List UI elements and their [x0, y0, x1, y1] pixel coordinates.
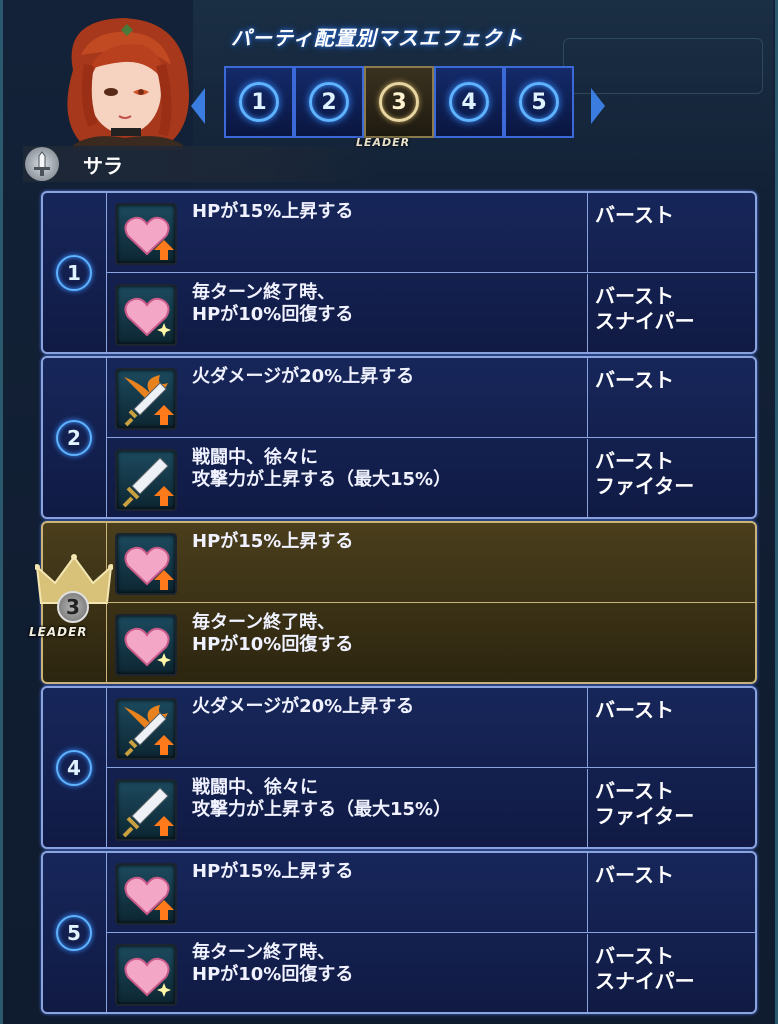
tab-1[interactable]: 1: [224, 66, 294, 138]
tab-number: 4: [449, 82, 489, 122]
effect-group-2: 2 火ダメージが20%上昇する バースト 戦闘中、徐々に 攻撃力が上昇する（最大…: [41, 356, 757, 519]
effect-row: HPが15%上昇する バースト: [107, 853, 755, 933]
heart-up-icon: [115, 863, 177, 925]
effect-type-cell: バースト: [587, 193, 755, 273]
effect-type-cell: バースト スナイパー: [587, 274, 755, 354]
leader-label: LEADER: [29, 625, 88, 639]
effect-group-3-leader: 3 LEADER HPが15%上昇する 毎ターン終了時、 HPが10%回復する: [29, 521, 757, 684]
effect-description: 戦闘中、徐々に 攻撃力が上昇する（最大15%）: [192, 447, 452, 490]
effect-description: HPが15%上昇する: [192, 201, 354, 222]
group-number-cell: 5: [43, 853, 107, 1012]
effect-type-cell: [587, 523, 755, 603]
effect-type-cell: バースト ファイター: [587, 769, 755, 849]
tab-2[interactable]: 2: [294, 66, 364, 138]
effect-type: バースト: [595, 698, 674, 722]
effect-description: 毎ターン終了時、 HPが10%回復する: [192, 942, 354, 985]
heart-heal-icon: [115, 944, 177, 1006]
effect-group-5: 5 HPが15%上昇する バースト 毎ターン終了時、 HPが10%回復する バー…: [41, 851, 757, 1014]
effect-type: バースト スナイパー: [595, 944, 695, 993]
sword-icon: [25, 147, 59, 181]
effect-type: バースト: [595, 203, 674, 227]
effect-description: 火ダメージが20%上昇する: [192, 696, 415, 717]
heart-heal-icon: [115, 284, 177, 346]
effect-type-cell: バースト: [587, 853, 755, 933]
effect-type: バースト: [595, 863, 674, 887]
sword-up-icon: [115, 449, 177, 511]
group-number-cell: 3 LEADER: [29, 523, 114, 682]
tab-number: 3: [379, 82, 419, 122]
group-number: 4: [56, 750, 92, 786]
heart-up-icon: [115, 533, 177, 595]
position-tabs: 1 2 3 4 5 LEADER: [191, 62, 611, 149]
character-name-bar: サラ: [23, 146, 383, 182]
group-number: 5: [56, 915, 92, 951]
effect-description: 毎ターン終了時、 HPが10%回復する: [192, 282, 354, 325]
tab-number: 1: [239, 82, 279, 122]
effect-type-cell: バースト: [587, 688, 755, 768]
tab-number: 2: [309, 82, 349, 122]
fire-sword-icon: [115, 698, 177, 760]
fire-sword-icon: [115, 368, 177, 430]
effect-type: バースト スナイパー: [595, 284, 695, 333]
group-number-cell: 4: [43, 688, 107, 847]
effect-description: HPが15%上昇する: [192, 531, 354, 552]
effect-description: 戦闘中、徐々に 攻撃力が上昇する（最大15%）: [192, 777, 452, 820]
chevron-left-icon[interactable]: [191, 88, 205, 124]
effect-group-1: 1 HPが15%上昇する バースト 毎ターン終了時、 HPが10%回復する バー…: [41, 191, 757, 354]
tab-3[interactable]: 3: [364, 66, 434, 138]
effect-type-cell: バースト ファイター: [587, 439, 755, 519]
effect-row: 毎ターン終了時、 HPが10%回復する: [107, 604, 755, 684]
effect-type: バースト ファイター: [595, 449, 695, 498]
effect-description: 毎ターン終了時、 HPが10%回復する: [192, 612, 354, 655]
heart-up-icon: [115, 203, 177, 265]
effect-group-4: 4 火ダメージが20%上昇する バースト 戦闘中、徐々に 攻撃力が上昇する（最大…: [41, 686, 757, 849]
effect-row: HPが15%上昇する: [107, 523, 755, 603]
effect-row: 毎ターン終了時、 HPが10%回復する バースト スナイパー: [107, 274, 755, 354]
tab-number: 5: [519, 82, 559, 122]
group-number: 1: [56, 255, 92, 291]
character-name: サラ: [83, 153, 123, 178]
effect-description: HPが15%上昇する: [192, 861, 354, 882]
group-number: 2: [56, 420, 92, 456]
heart-heal-icon: [115, 614, 177, 676]
crown-icon: 3 LEADER: [29, 553, 114, 653]
group-number-cell: 2: [43, 358, 107, 517]
effect-row: 火ダメージが20%上昇する バースト: [107, 688, 755, 768]
tab-4[interactable]: 4: [434, 66, 504, 138]
mass-effect-panel: パーティ配置別マスエフェクト 1 2 3 4 5 LEADER サラ 1 HPが…: [0, 0, 778, 1024]
tab-5[interactable]: 5: [504, 66, 574, 138]
effect-type: バースト ファイター: [595, 779, 695, 828]
character-portrait: [53, 10, 198, 150]
effect-row: 戦闘中、徐々に 攻撃力が上昇する（最大15%） バースト ファイター: [107, 439, 755, 519]
sword-up-icon: [115, 779, 177, 841]
effect-type: バースト: [595, 368, 674, 392]
effect-type-cell: バースト スナイパー: [587, 934, 755, 1014]
group-number-cell: 1: [43, 193, 107, 352]
page-title: パーティ配置別マスエフェクト: [231, 26, 524, 50]
group-number: 3: [57, 591, 89, 623]
effect-description: 火ダメージが20%上昇する: [192, 366, 415, 387]
effect-row: 毎ターン終了時、 HPが10%回復する バースト スナイパー: [107, 934, 755, 1014]
effect-row: 戦闘中、徐々に 攻撃力が上昇する（最大15%） バースト ファイター: [107, 769, 755, 849]
effect-type-cell: [587, 604, 755, 684]
effect-row: 火ダメージが20%上昇する バースト: [107, 358, 755, 438]
effect-row: HPが15%上昇する バースト: [107, 193, 755, 273]
chevron-right-icon[interactable]: [591, 88, 605, 124]
effect-type-cell: バースト: [587, 358, 755, 438]
